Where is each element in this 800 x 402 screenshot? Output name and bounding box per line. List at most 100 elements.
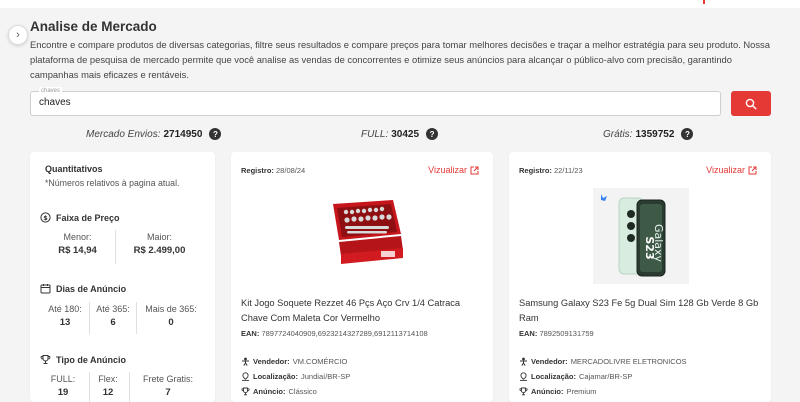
page-title: Analise de Mercado bbox=[30, 19, 157, 34]
product-vendedor: Vendedor: MERCADOLIVRE ELETRONICOS bbox=[519, 357, 687, 366]
top-accent-mark bbox=[703, 0, 705, 4]
meta-label: Localização: bbox=[253, 372, 299, 381]
product-ean: EAN: 7892509131759 bbox=[519, 329, 594, 338]
registro-label: Registro: bbox=[241, 166, 274, 175]
cell-value: R$ 14,94 bbox=[58, 245, 97, 256]
search-button[interactable] bbox=[731, 91, 771, 116]
external-link-icon bbox=[470, 166, 479, 174]
product-localizacao: Localização: Cajamar/BR-SP bbox=[519, 372, 632, 381]
registro-label: Registro: bbox=[519, 166, 552, 175]
menor-preco: Menor: R$ 14,94 bbox=[50, 232, 105, 256]
cell-value: 0 bbox=[168, 317, 174, 328]
help-icon[interactable]: ? bbox=[209, 128, 222, 140]
dias-anuncio-heading: Dias de Anúncio bbox=[40, 283, 126, 294]
meta-value: MERCADOLIVRE ELETRONICOS bbox=[570, 357, 687, 366]
person-icon bbox=[520, 357, 527, 366]
view-link[interactable]: Vizualizar bbox=[706, 165, 757, 175]
cell-value: 7 bbox=[165, 387, 171, 398]
dias-mais-365: Mais de 365: 0 bbox=[139, 304, 203, 328]
quantitativos-card: Quantitativos *Números relativos à pagin… bbox=[30, 152, 215, 402]
cell-label: Maior: bbox=[146, 232, 172, 242]
section-title: Faixa de Preço bbox=[56, 212, 120, 223]
cell-label: FULL: bbox=[50, 374, 76, 384]
meta-value: VM.COMÉRCIO bbox=[292, 357, 348, 366]
product-vendedor: Vendedor: VM.COMÉRCIO bbox=[241, 357, 347, 366]
ean-value: 7892509131759 bbox=[539, 329, 594, 338]
divider bbox=[89, 302, 90, 334]
cell-value: 12 bbox=[102, 387, 114, 398]
cell-value: 19 bbox=[57, 387, 69, 398]
quantitativos-note: *Números relativos à pagina atual. bbox=[45, 178, 180, 188]
cell-label: Menor: bbox=[63, 232, 92, 242]
search-input[interactable] bbox=[39, 97, 709, 108]
search-field[interactable]: chaves bbox=[30, 87, 721, 116]
search-field-label: chaves bbox=[39, 87, 63, 96]
registro-date: 28/08/24 bbox=[276, 166, 306, 175]
stat-gratis: Grátis: 1359752 ? bbox=[603, 128, 694, 140]
product-card: Registro: 28/08/24 Vizualizar Kit Jogo S… bbox=[231, 152, 493, 402]
registro: Registro: 28/08/24 bbox=[241, 166, 305, 175]
stat-full: FULL: 30425 ? bbox=[361, 128, 439, 140]
stat-value: 2714950 bbox=[163, 128, 203, 140]
tipo-full: FULL: 19 bbox=[44, 374, 82, 398]
cell-label: Até 365: bbox=[96, 304, 130, 314]
meta-label: Anúncio: bbox=[253, 387, 286, 396]
meta-label: Vendedor: bbox=[253, 357, 290, 366]
divider bbox=[115, 230, 116, 264]
dias-ate-365: Até 365: 6 bbox=[91, 304, 135, 328]
calendar-icon bbox=[40, 283, 51, 294]
product-localizacao: Localização: Jundiaí/BR-SP bbox=[241, 372, 350, 381]
external-link-icon bbox=[748, 166, 757, 174]
cell-value: 13 bbox=[59, 317, 71, 328]
trophy-icon bbox=[519, 387, 528, 396]
meta-value: Premium bbox=[566, 387, 597, 396]
product-card: Registro: 22/11/23 Vizualizar Galaxy S23… bbox=[509, 152, 771, 402]
meta-value: Clássico bbox=[288, 387, 317, 396]
search-icon bbox=[745, 98, 757, 110]
location-pin-icon bbox=[242, 372, 249, 381]
stat-value: 1359752 bbox=[635, 128, 675, 140]
location-pin-icon bbox=[520, 372, 527, 381]
tipo-anuncio-heading: Tipo de Anúncio bbox=[40, 354, 126, 365]
stat-label: Mercado Envios: bbox=[86, 128, 161, 140]
tipo-flex: Flex: 12 bbox=[92, 374, 124, 398]
help-icon[interactable]: ? bbox=[426, 128, 439, 140]
meta-value: Cajamar/BR-SP bbox=[579, 372, 633, 381]
product-anuncio: Anúncio: Premium bbox=[519, 387, 597, 396]
person-icon bbox=[242, 357, 249, 366]
product-anuncio: Anúncio: Clássico bbox=[241, 387, 317, 396]
page-description: Encontre e compare produtos de diversas … bbox=[30, 39, 770, 80]
stat-value: 30425 bbox=[391, 128, 420, 140]
section-title: Tipo de Anúncio bbox=[56, 354, 126, 365]
meta-label: Anúncio: bbox=[531, 387, 564, 396]
registro: Registro: 22/11/23 bbox=[519, 166, 583, 175]
faixa-preco-heading: $ Faixa de Preço bbox=[40, 212, 120, 223]
stat-mercado-envios: Mercado Envios: 2714950 ? bbox=[86, 128, 222, 140]
cell-label: Mais de 365: bbox=[145, 304, 197, 314]
product-image[interactable]: Galaxy S23 bbox=[593, 188, 689, 284]
view-link-label: Vizualizar bbox=[428, 165, 467, 175]
cell-label: Frete Gratis: bbox=[142, 374, 193, 384]
trophy-icon bbox=[40, 354, 51, 365]
meta-label: Vendedor: bbox=[531, 357, 568, 366]
cell-label: Flex: bbox=[98, 374, 118, 384]
product-ean: EAN: 7897724040909,6923214327289,6912113… bbox=[241, 329, 428, 338]
ean-value: 7897724040909,6923214327289,691211371410… bbox=[261, 329, 428, 338]
ean-label: EAN: bbox=[241, 329, 260, 338]
help-icon[interactable]: ? bbox=[681, 128, 694, 140]
divider bbox=[129, 372, 130, 402]
top-bar bbox=[0, 0, 800, 8]
stat-label: Grátis: bbox=[603, 128, 633, 140]
dias-ate-180: Até 180: 13 bbox=[42, 304, 88, 328]
tipo-frete-gratis: Frete Gratis: 7 bbox=[133, 374, 203, 398]
divider bbox=[136, 302, 137, 334]
trophy-icon bbox=[241, 387, 250, 396]
cell-label: Até 180: bbox=[48, 304, 82, 314]
product-name[interactable]: Kit Jogo Soquete Rezzet 46 Pçs Aço Crv 1… bbox=[241, 296, 486, 326]
product-name[interactable]: Samsung Galaxy S23 Fe 5g Dual Sim 128 Gb… bbox=[519, 296, 764, 326]
product-image[interactable] bbox=[319, 190, 409, 280]
registro-date: 22/11/23 bbox=[554, 166, 583, 175]
cell-value: 6 bbox=[110, 317, 116, 328]
view-link[interactable]: Vizualizar bbox=[428, 165, 479, 175]
expand-sidebar-button[interactable]: › bbox=[8, 25, 28, 45]
